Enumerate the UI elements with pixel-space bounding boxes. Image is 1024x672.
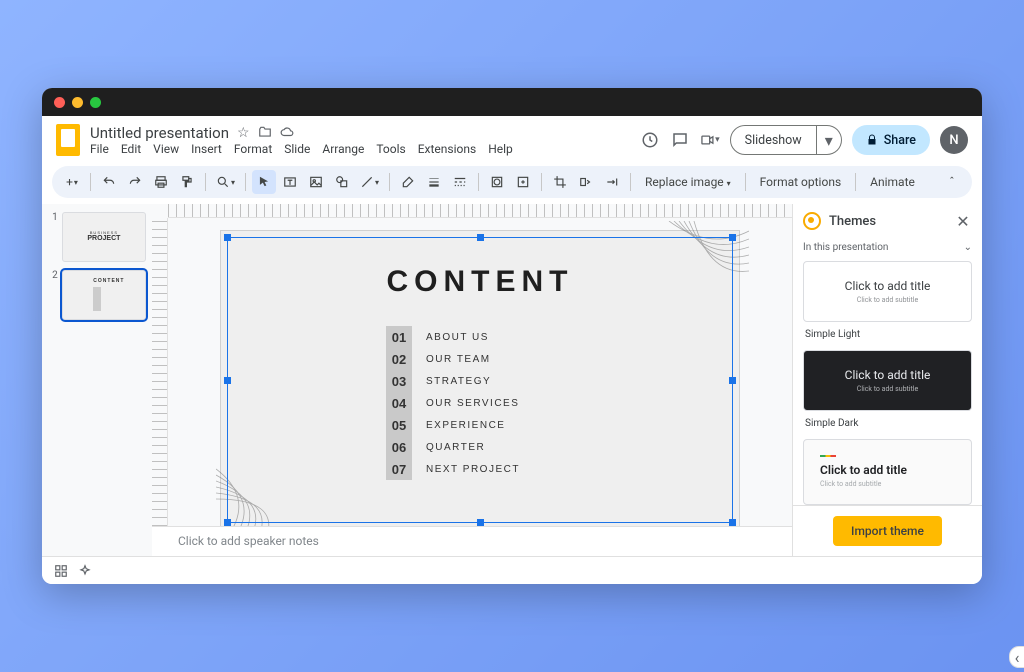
- app-window: Untitled presentation ☆ File Edit View I…: [42, 88, 982, 584]
- move-icon[interactable]: [258, 125, 272, 141]
- grid-view-icon[interactable]: [54, 564, 68, 578]
- thumb-number: 1: [48, 212, 58, 223]
- theme-name: Simple Light: [803, 326, 972, 346]
- slideshow-group: Slideshow ▾: [730, 125, 842, 155]
- bottom-strip: ‹: [42, 556, 982, 584]
- menu-insert[interactable]: Insert: [191, 142, 222, 156]
- slide-thumbnail-panel: 1 BUSINESS PROJECT 2 CONTENT: [42, 204, 152, 556]
- textbox-tool[interactable]: [278, 170, 302, 194]
- toolbar-collapse-button[interactable]: ˆ: [940, 170, 964, 194]
- slideshow-button[interactable]: Slideshow: [730, 125, 817, 155]
- menu-extensions[interactable]: Extensions: [418, 142, 476, 156]
- import-theme-button[interactable]: Import theme: [833, 516, 942, 546]
- themes-section-toggle[interactable]: In this presentation ⌄: [793, 238, 982, 261]
- menu-bar: File Edit View Insert Format Slide Arran…: [90, 142, 630, 156]
- toolbar: +▾ ▾ ▾ Replace image ▾ Format options An…: [52, 166, 972, 198]
- themes-panel: Themes ✕ In this presentation ⌄ Click to…: [792, 204, 982, 556]
- meet-icon[interactable]: ▾: [700, 130, 720, 150]
- menu-format[interactable]: Format: [234, 142, 272, 156]
- theme-card-simple-dark[interactable]: Click to add title Click to add subtitle: [803, 350, 972, 411]
- slide-thumbnail-2[interactable]: CONTENT: [62, 270, 146, 320]
- vertical-ruler: [152, 218, 168, 526]
- crop-button[interactable]: [548, 170, 572, 194]
- theme-name: Simple Dark: [803, 415, 972, 435]
- close-panel-button[interactable]: ✕: [954, 212, 972, 230]
- star-icon[interactable]: ☆: [237, 125, 250, 141]
- slide-thumbnail-1[interactable]: BUSINESS PROJECT: [62, 212, 146, 262]
- undo-button[interactable]: [97, 170, 121, 194]
- border-color-button[interactable]: [396, 170, 420, 194]
- share-label: Share: [884, 133, 916, 148]
- history-icon[interactable]: [640, 130, 660, 150]
- slideshow-dropdown[interactable]: ▾: [817, 125, 842, 155]
- window-controls: [54, 97, 101, 108]
- select-tool[interactable]: [252, 170, 276, 194]
- menu-edit[interactable]: Edit: [121, 142, 141, 156]
- app-header: Untitled presentation ☆ File Edit View I…: [42, 116, 982, 160]
- explore-icon[interactable]: [78, 564, 92, 578]
- close-window-button[interactable]: [54, 97, 65, 108]
- paint-format-button[interactable]: [175, 170, 199, 194]
- zoom-button[interactable]: ▾: [212, 170, 239, 194]
- current-slide[interactable]: CONTENT 01ABOUT US 02OUR TEAM 03STRATEGY…: [220, 230, 740, 526]
- print-button[interactable]: [149, 170, 173, 194]
- redo-button[interactable]: [123, 170, 147, 194]
- slides-logo-icon: [56, 124, 80, 156]
- menu-slide[interactable]: Slide: [284, 142, 310, 156]
- themes-icon: [803, 212, 821, 230]
- horizontal-ruler: [168, 204, 792, 218]
- window-titlebar: [42, 88, 982, 116]
- motion-button[interactable]: [600, 170, 624, 194]
- minimize-window-button[interactable]: [72, 97, 83, 108]
- border-dash-button[interactable]: [448, 170, 472, 194]
- chevron-down-icon: ⌄: [964, 242, 972, 253]
- menu-view[interactable]: View: [153, 142, 179, 156]
- new-slide-button[interactable]: +▾: [60, 170, 84, 194]
- theme-card-streamline[interactable]: Click to add title Click to add subtitle: [803, 439, 972, 506]
- selection-outline[interactable]: [227, 237, 733, 523]
- menu-arrange[interactable]: Arrange: [322, 142, 364, 156]
- theme-card-simple-light[interactable]: Click to add title Click to add subtitle: [803, 261, 972, 322]
- format-options-button[interactable]: Format options: [752, 175, 849, 189]
- document-title[interactable]: Untitled presentation: [90, 124, 229, 142]
- animate-button[interactable]: Animate: [862, 175, 923, 189]
- share-button[interactable]: Share: [852, 125, 930, 155]
- border-weight-button[interactable]: [422, 170, 446, 194]
- lock-icon: [866, 134, 878, 146]
- replace-image-button[interactable]: Replace image ▾: [637, 175, 739, 189]
- menu-tools[interactable]: Tools: [376, 142, 405, 156]
- thumb-number: 2: [48, 270, 58, 281]
- themes-panel-title: Themes: [829, 214, 946, 229]
- cloud-status-icon[interactable]: [280, 125, 294, 141]
- image-tool[interactable]: [304, 170, 328, 194]
- speaker-notes-input[interactable]: Click to add speaker notes: [152, 526, 792, 556]
- mask-image-button[interactable]: [485, 170, 509, 194]
- slide-canvas[interactable]: CONTENT 01ABOUT US 02OUR TEAM 03STRATEGY…: [168, 218, 792, 526]
- menu-file[interactable]: File: [90, 142, 109, 156]
- maximize-window-button[interactable]: [90, 97, 101, 108]
- menu-help[interactable]: Help: [488, 142, 513, 156]
- transition-button[interactable]: [574, 170, 598, 194]
- line-tool[interactable]: ▾: [356, 170, 383, 194]
- shape-tool[interactable]: [330, 170, 354, 194]
- account-avatar[interactable]: N: [940, 126, 968, 154]
- comments-icon[interactable]: [670, 130, 690, 150]
- reset-image-button[interactable]: [511, 170, 535, 194]
